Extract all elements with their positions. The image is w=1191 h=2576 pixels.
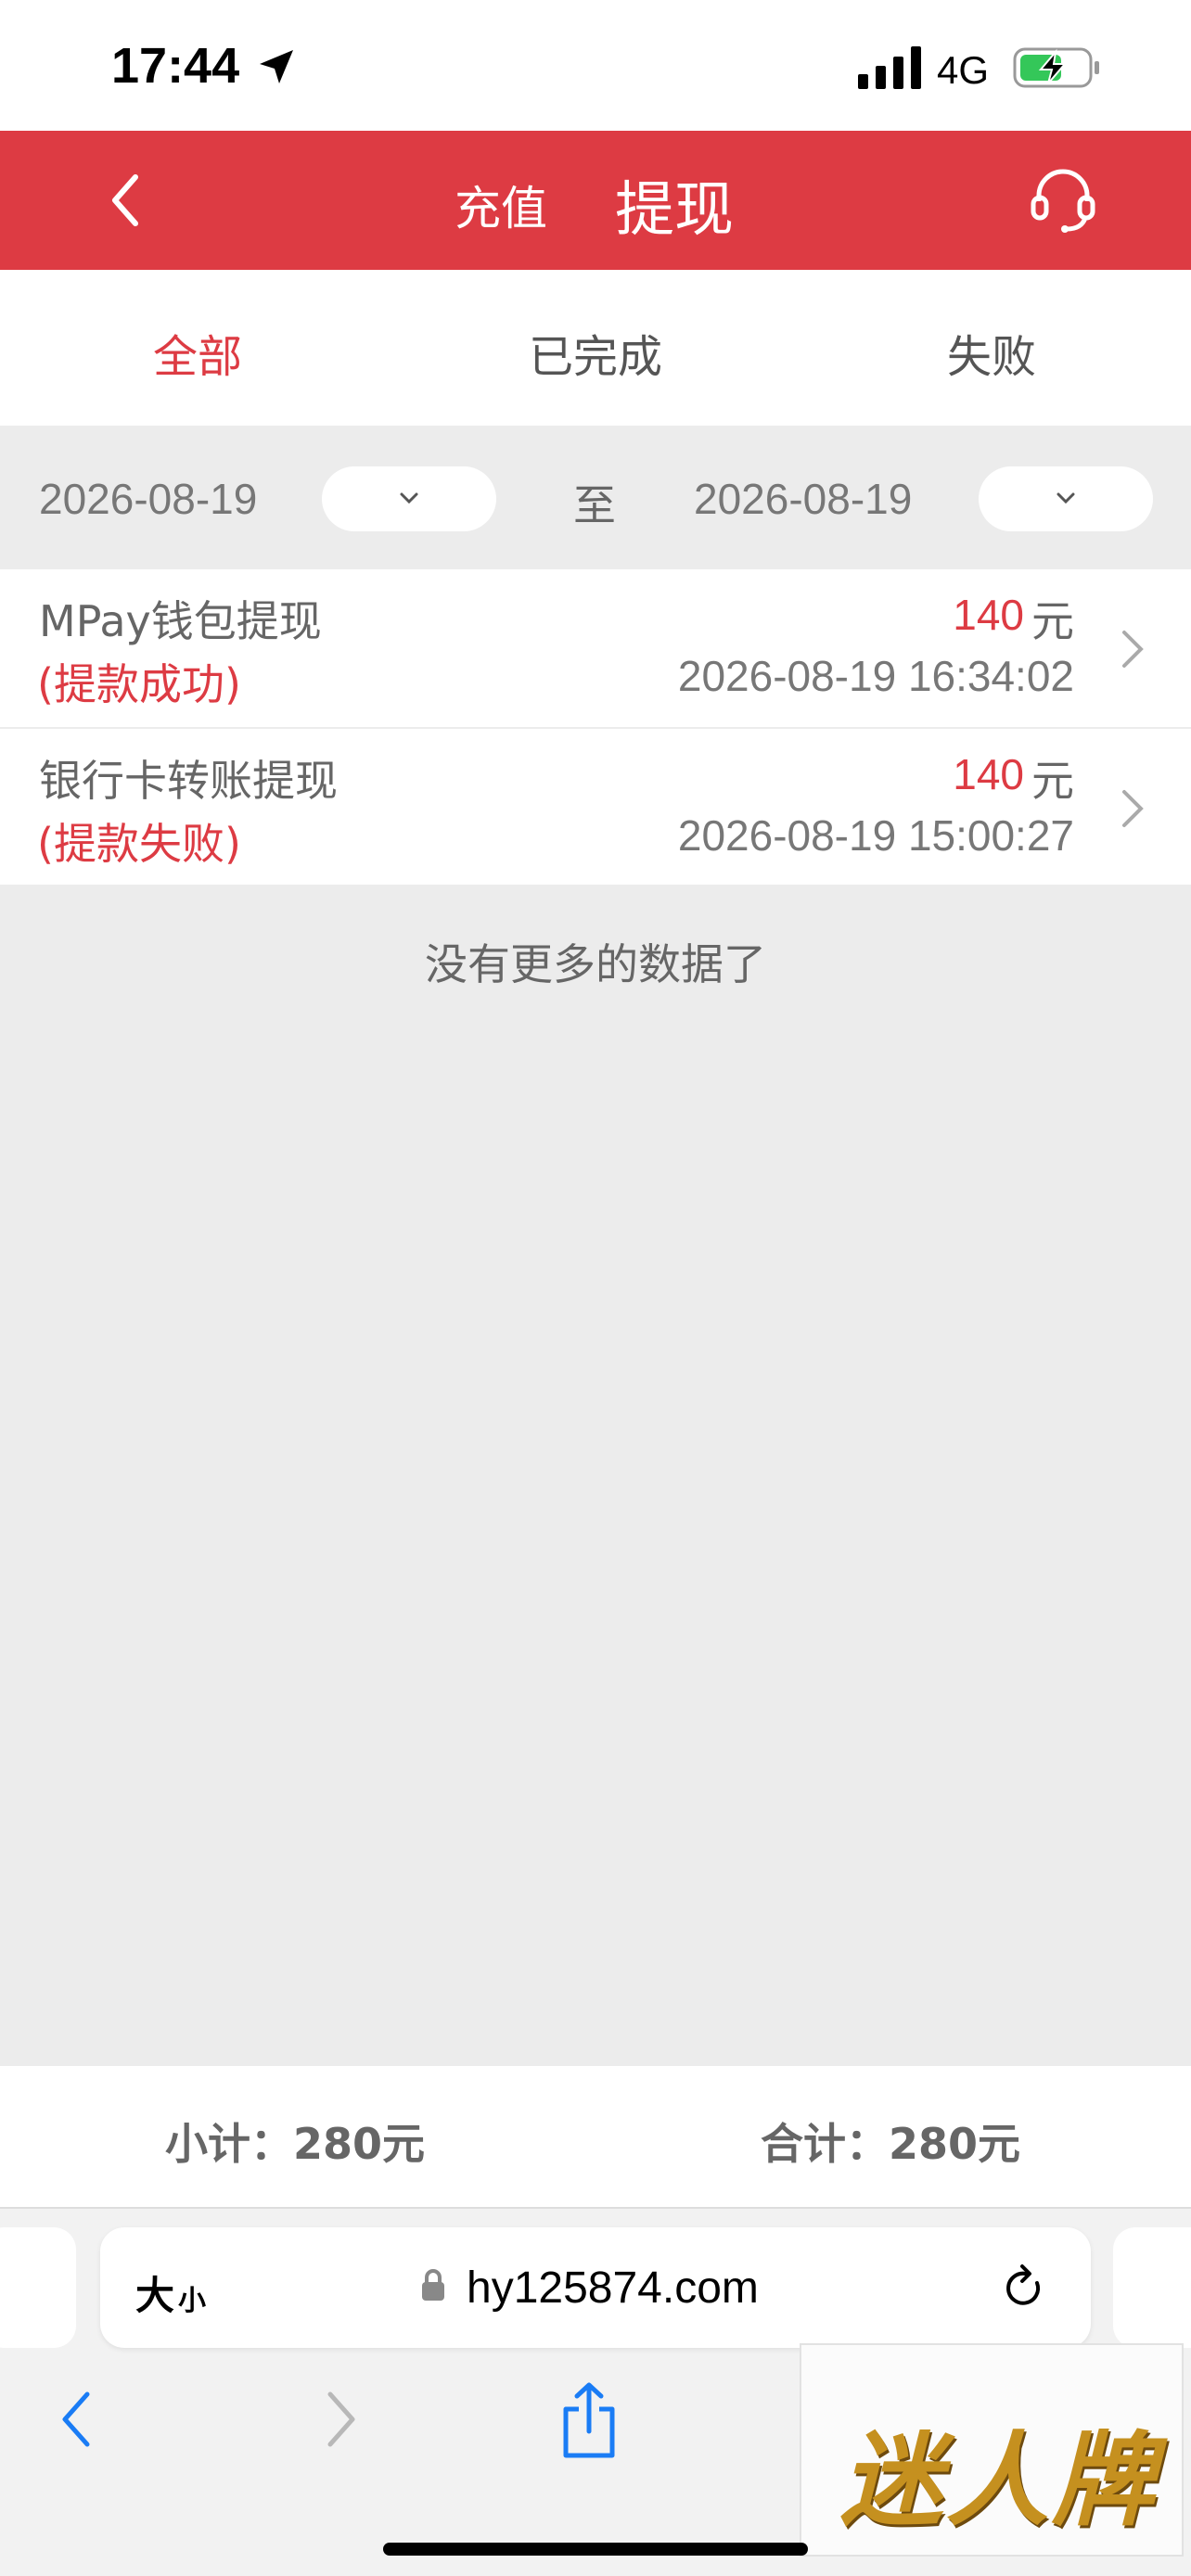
- record-time: 2026-08-19 15:00:27: [677, 811, 1074, 860]
- chevron-down-icon: [1057, 492, 1075, 504]
- back-chevron-icon[interactable]: [102, 168, 148, 233]
- nav-bar: 充值 提现: [0, 131, 1191, 270]
- chevron-right-icon: [1122, 790, 1144, 827]
- record-amount: 140: [953, 591, 1024, 639]
- text-size-button[interactable]: 大: [135, 2264, 174, 2321]
- record-unit: 元: [1031, 596, 1074, 646]
- list-item[interactable]: 银行卡转账提现 (提款失败) 140 元 2026-08-19 15:00:27: [0, 729, 1191, 885]
- date-separator: 至: [573, 480, 616, 530]
- list-item[interactable]: MPay钱包提现 (提款成功) 140 元 2026-08-19 16:34:0…: [0, 569, 1191, 729]
- reload-icon[interactable]: [1000, 2263, 1048, 2315]
- end-date[interactable]: 2026-08-19: [694, 474, 912, 524]
- text-size-button-small[interactable]: 小: [178, 2277, 206, 2318]
- record-title: MPay钱包提现: [39, 596, 322, 646]
- lock-icon: [422, 2269, 444, 2301]
- tab-withdraw[interactable]: 提现: [615, 162, 734, 248]
- end-date-dropdown[interactable]: [979, 466, 1153, 531]
- browser-forward-icon[interactable]: [323, 2389, 360, 2450]
- record-status: (提款失败): [37, 819, 241, 869]
- filter-tab-failed[interactable]: 失败: [852, 320, 1131, 385]
- grand-total: 合计：280元: [761, 2119, 1021, 2169]
- battery-charging-icon: [1013, 47, 1099, 88]
- date-range-filter: 2026-08-19 至 2026-08-19: [0, 426, 1191, 569]
- record-time: 2026-08-19 16:34:02: [677, 652, 1074, 700]
- browser-back-icon[interactable]: [58, 2389, 95, 2450]
- status-time: 17:44: [111, 38, 240, 94]
- record-amount: 140: [953, 750, 1024, 798]
- no-more-data-text: 没有更多的数据了: [425, 939, 766, 989]
- customer-service-headset-icon[interactable]: [1026, 162, 1100, 236]
- start-date[interactable]: 2026-08-19: [39, 474, 257, 524]
- chevron-right-icon: [1122, 631, 1144, 668]
- cellular-signal-icon: [858, 46, 921, 89]
- chevron-down-icon: [400, 492, 418, 504]
- record-title: 银行卡转账提现: [39, 756, 338, 806]
- record-status: (提款成功): [37, 659, 241, 709]
- share-icon[interactable]: [557, 2381, 621, 2459]
- url-text[interactable]: hy125874.com: [467, 2263, 759, 2314]
- location-arrow-icon: [260, 50, 293, 83]
- watermark-logo: 迷人牌: [800, 2343, 1184, 2557]
- filter-tab-all[interactable]: 全部: [58, 320, 337, 385]
- address-bar[interactable]: 大 小 hy125874.com: [100, 2227, 1091, 2348]
- subtotal: 小计：280元: [165, 2119, 426, 2169]
- home-indicator: [383, 2543, 808, 2556]
- tab-recharge[interactable]: 充值: [455, 172, 547, 238]
- start-date-dropdown[interactable]: [322, 466, 496, 531]
- network-type: 4G: [937, 48, 990, 92]
- status-filter-tabs: 全部 已完成 失败: [0, 270, 1191, 426]
- totals-bar: 小计：280元 合计：280元: [0, 2066, 1191, 2209]
- watermark-logo-text: 迷人牌: [840, 2420, 1158, 2540]
- previous-tab-preview[interactable]: [0, 2227, 76, 2348]
- next-tab-preview[interactable]: [1113, 2227, 1191, 2348]
- status-bar: 17:44 4G: [0, 0, 1191, 131]
- record-unit: 元: [1031, 756, 1074, 806]
- withdrawal-record-list: MPay钱包提现 (提款成功) 140 元 2026-08-19 16:34:0…: [0, 569, 1191, 885]
- filter-tab-completed[interactable]: 已完成: [456, 320, 735, 385]
